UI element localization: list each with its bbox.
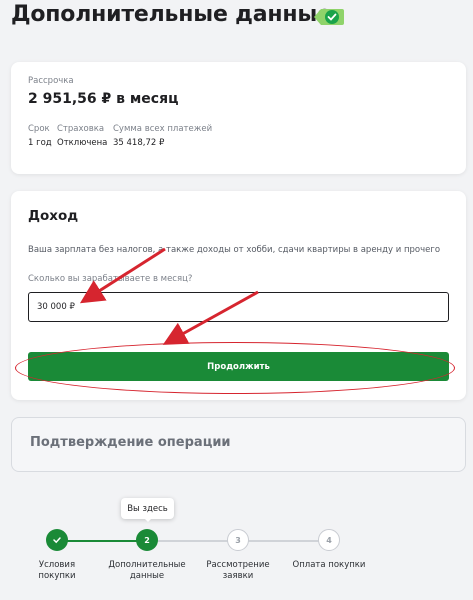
income-input[interactable]: [28, 292, 449, 322]
tooltip-arrow: [143, 517, 153, 522]
income-question: Сколько вы зарабатываете в месяц?: [28, 274, 193, 284]
step-1-label-line1: Условия: [38, 560, 76, 570]
sber-check-badge-icon: [314, 9, 344, 25]
term-label: Срок: [28, 124, 50, 134]
step-1-label: Условия покупки: [15, 560, 99, 582]
income-title: Доход: [28, 208, 79, 224]
step-4-circle: 4: [318, 529, 340, 551]
step-3-label-line2: заявки: [222, 571, 254, 581]
step-4-label-line1: Оплата покупки: [292, 560, 366, 570]
installment-amount: 2 951,56 ₽ в месяц: [28, 91, 179, 107]
continue-button[interactable]: Продолжить: [28, 352, 449, 381]
step-4-label: Оплата покупки: [287, 560, 371, 571]
stepper-line-done: [57, 540, 147, 542]
step-3-circle: 3: [227, 529, 249, 551]
confirm-section: Подтверждение операции: [11, 417, 466, 472]
insurance-label: Страховка: [57, 124, 105, 134]
total-value: 35 418,72 ₽: [113, 138, 165, 148]
confirm-title: Подтверждение операции: [30, 435, 231, 450]
step-3-label: Рассмотрение заявки: [196, 560, 280, 582]
checkmark-icon: [53, 537, 61, 544]
page-title: Дополнительные данные: [11, 2, 332, 27]
installment-card: Рассрочка 2 951,56 ₽ в месяц Срок 1 год …: [11, 62, 466, 174]
step-2-label-line2: данные: [129, 571, 165, 581]
step-1-label-line2: покупки: [38, 571, 76, 581]
step-3-label-line1: Рассмотрение: [206, 560, 270, 570]
income-card: Доход Ваша зарплата без налогов, а также…: [11, 191, 466, 400]
step-2-label-line1: Дополнительные: [108, 560, 186, 570]
step-2-circle: 2: [136, 529, 158, 551]
term-value: 1 год: [28, 138, 52, 148]
step-2-label: Дополнительные данные: [105, 560, 189, 582]
installment-label: Рассрочка: [28, 76, 74, 86]
income-description: Ваша зарплата без налогов, а также доход…: [28, 245, 441, 255]
total-label: Сумма всех платежей: [113, 124, 213, 134]
step-1-circle: [46, 529, 68, 551]
insurance-value: Отключена: [57, 138, 108, 148]
you-are-here-tooltip: Вы здесь: [121, 498, 174, 519]
